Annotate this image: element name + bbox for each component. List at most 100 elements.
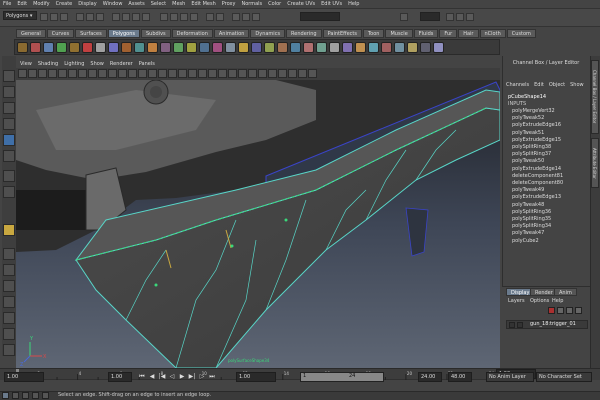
shelf-tab-animation[interactable]: Animation [213, 29, 250, 38]
snap-curve-icon[interactable] [170, 13, 178, 21]
layer-visibility-toggle[interactable] [509, 322, 515, 328]
move-layer-down-icon[interactable] [566, 307, 573, 314]
shelf-tool-icon[interactable] [342, 42, 353, 53]
save-scene-icon[interactable] [60, 13, 68, 21]
shelf-tool-icon[interactable] [433, 42, 444, 53]
shelf-tool-icon[interactable] [303, 42, 314, 53]
input-node[interactable]: polyExtrudeEdge16 [512, 122, 561, 128]
shelf-tool-icon[interactable] [95, 42, 106, 53]
last-tool-icon[interactable] [3, 186, 15, 198]
console-icon[interactable] [32, 392, 39, 399]
input-node[interactable]: polyTweak51 [512, 130, 544, 136]
input-node[interactable]: polySplitRing37 [512, 151, 551, 157]
script-editor-icon[interactable] [2, 392, 9, 399]
shelf-tool-icon[interactable] [121, 42, 132, 53]
input-node[interactable]: polyTweak48 [512, 202, 544, 208]
input-node[interactable]: polySplitRing35 [512, 216, 551, 222]
shelf-tool-icon[interactable] [30, 42, 41, 53]
panel-tool-icon[interactable] [148, 69, 157, 78]
move-tool-icon[interactable] [3, 118, 15, 130]
range-end-field[interactable]: 24.00 [418, 372, 442, 382]
step-forward-icon[interactable]: ▷ [198, 373, 206, 381]
shelf-tool-icon[interactable] [420, 42, 431, 53]
four-pane-layout-icon[interactable] [3, 264, 15, 276]
input-node[interactable]: polyTweak52 [512, 115, 544, 121]
shelf-tool-icon[interactable] [43, 42, 54, 53]
panel-tool-icon[interactable] [188, 69, 197, 78]
lasso-tool-icon[interactable] [3, 86, 15, 98]
character-set-dropdown[interactable]: No Character Set [536, 372, 592, 382]
anim-layer-dropdown[interactable]: No Anim Layer [486, 372, 534, 382]
render-settings-icon[interactable] [252, 13, 260, 21]
input-node[interactable]: polyExtrudeEdge13 [512, 194, 561, 200]
panel-tool-icon[interactable] [198, 69, 207, 78]
input-node[interactable]: polyExtrudeEdge15 [512, 137, 561, 143]
shelf-tab-painteffects[interactable]: PaintEffects [322, 29, 362, 38]
single-pane-layout-icon[interactable] [3, 248, 15, 260]
menu-set-selector[interactable]: Polygons ▾ [3, 11, 37, 20]
shelf-tool-icon[interactable] [355, 42, 366, 53]
feedback-icon[interactable] [22, 392, 29, 399]
menu-color[interactable]: Color [268, 1, 281, 7]
panel-tool-icon[interactable] [168, 69, 177, 78]
panel-tool-icon[interactable] [28, 69, 37, 78]
toggle-channel-box-icon[interactable] [466, 13, 474, 21]
shelf-tab-ncloth[interactable]: nCloth [479, 29, 506, 38]
select-component-icon[interactable] [96, 13, 104, 21]
paint-select-tool-icon[interactable] [3, 102, 15, 114]
shelf-tab-fluids[interactable]: Fluids [413, 29, 439, 38]
play-forward-icon[interactable]: ▶ [178, 373, 186, 381]
menu-mesh[interactable]: Mesh [172, 1, 185, 7]
key-forward-icon[interactable]: ▶| [188, 373, 196, 381]
shelf-tool-icon[interactable] [381, 42, 392, 53]
sidebar-toggle-icon[interactable] [400, 13, 408, 21]
shelf-tool-icon[interactable] [251, 42, 262, 53]
panel-tool-icon[interactable] [68, 69, 77, 78]
shelf-tool-icon[interactable] [225, 42, 236, 53]
vertex-mask-icon[interactable] [112, 13, 120, 21]
insert-edge-loop-tool-icon[interactable] [3, 224, 15, 236]
shelf-tool-icon[interactable] [316, 42, 327, 53]
shelf-tool-icon[interactable] [212, 42, 223, 53]
input-node[interactable]: polyCube2 [512, 238, 539, 244]
channel-menu-edit[interactable]: Edit [534, 82, 544, 88]
history-log-icon[interactable] [42, 392, 49, 399]
shelf-tab-deformation[interactable]: Deformation [171, 29, 213, 38]
input-node[interactable]: deleteComponent81 [512, 173, 563, 179]
panel-tool-icon[interactable] [128, 69, 137, 78]
panel-tool-icon[interactable] [218, 69, 227, 78]
menu-window[interactable]: Window [103, 1, 123, 7]
shelf-tool-icon[interactable] [147, 42, 158, 53]
menu-edit-mesh[interactable]: Edit Mesh [191, 1, 215, 7]
select-tool-icon[interactable] [3, 70, 15, 82]
play-back-icon[interactable]: ◁ [168, 373, 176, 381]
shelf-tool-icon[interactable] [173, 42, 184, 53]
input-node[interactable]: polySplitRing34 [512, 223, 551, 229]
panel-tool-icon[interactable] [268, 69, 277, 78]
snap-plane-icon[interactable] [190, 13, 198, 21]
shelf-tab-curves[interactable]: Curves [46, 29, 75, 38]
input-node[interactable]: polyExtrudeEdge14 [512, 166, 561, 172]
layers-menu[interactable]: Layers [508, 298, 525, 304]
input-node[interactable]: polySplitRing38 [512, 144, 551, 150]
shelf-tool-icon[interactable] [160, 42, 171, 53]
input-node[interactable]: deleteComponent80 [512, 180, 563, 186]
step-back-icon[interactable]: ◀ [148, 373, 156, 381]
open-scene-icon[interactable] [50, 13, 58, 21]
select-hierarchy-icon[interactable] [76, 13, 84, 21]
select-object-icon[interactable] [86, 13, 94, 21]
hypershade-layout-icon[interactable] [3, 328, 15, 340]
panel-tool-icon[interactable] [288, 69, 297, 78]
shelf-tool-icon[interactable] [290, 42, 301, 53]
shape-node-name[interactable]: pCubeShape14 [508, 94, 546, 100]
end-time-field[interactable]: 48.00 [448, 372, 472, 382]
menu-create[interactable]: Create [56, 1, 73, 7]
menu-modify[interactable]: Modify [33, 1, 50, 7]
shelf-tool-icon[interactable] [134, 42, 145, 53]
channel-menu-object[interactable]: Object [549, 82, 565, 88]
shelf-tab-fur[interactable]: Fur [439, 29, 458, 38]
panel-tool-icon[interactable] [228, 69, 237, 78]
help-menu[interactable]: Help [552, 298, 563, 304]
shelf-tool-icon[interactable] [199, 42, 210, 53]
panel-tool-icon[interactable] [208, 69, 217, 78]
